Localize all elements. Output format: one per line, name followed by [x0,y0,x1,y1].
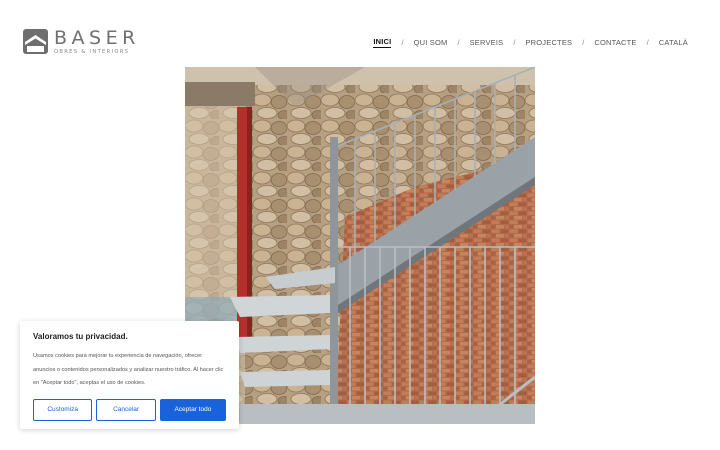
house-roof-icon [23,29,48,54]
cookie-actions: Customiza Cancelar Aceptar todo [33,398,226,421]
cookie-description: Usamos cookies para mejorar tu experienc… [33,353,224,386]
main-navigation: INICI / QUI SOM / SERVEIS / PROJECTES / … [373,37,688,48]
site-header: BASER OBRES & INTERIORS INICI / QUI SOM … [0,0,720,66]
accept-all-button[interactable]: Aceptar todo [159,398,226,421]
nav-separator: / [646,38,649,47]
nav-link-serveis[interactable]: SERVEIS [470,38,504,47]
nav-separator: / [513,38,516,47]
nav-link-projectes[interactable]: PROJECTES [525,38,572,47]
nav-link-qui-som[interactable]: QUI SOM [414,38,448,47]
nav-separator: / [457,38,460,47]
nav-separator: / [582,38,585,47]
site-logo[interactable]: BASER OBRES & INTERIORS [23,29,140,56]
customize-button[interactable]: Customiza [33,398,93,421]
nav-link-language[interactable]: CATALÀ [659,38,688,47]
brand-name: BASER [54,27,140,49]
cookie-title: Valoramos tu privacidad. [33,332,128,341]
nav-link-inici[interactable]: INICI [373,37,392,48]
nav-link-contacte[interactable]: CONTACTE [594,38,636,47]
nav-separator: / [401,38,404,47]
cancel-button[interactable]: Cancelar [96,398,156,421]
cookie-consent-banner: Valoramos tu privacidad. Usamos cookies … [20,321,239,429]
brand-tagline: OBRES & INTERIORS [54,49,130,55]
